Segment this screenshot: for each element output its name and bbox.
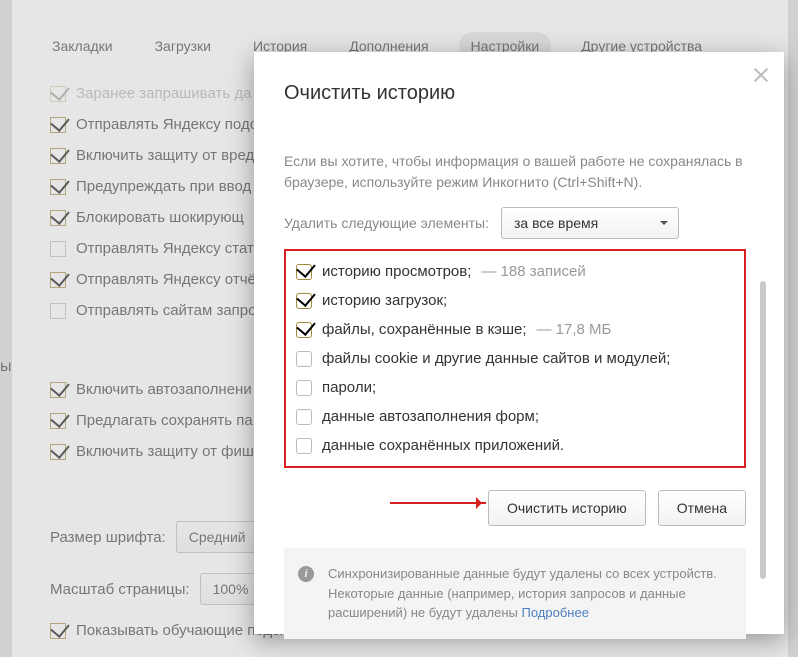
clear-item-label: файлы, сохранённые в кэше;: [322, 321, 527, 338]
clear-item-extra: — 17,8 МБ: [537, 321, 612, 338]
clear-item-row: историю загрузок;: [294, 286, 736, 315]
dialog-title: Очистить историю: [284, 82, 774, 105]
delete-elements-label: Удалить следующие элементы:: [284, 215, 489, 231]
scrollbar[interactable]: [760, 281, 766, 579]
clear-item-label: пароли;: [322, 379, 376, 396]
clear-item-row: историю просмотров; — 188 записей: [294, 257, 736, 286]
close-icon[interactable]: [752, 66, 770, 84]
clear-item-checkbox[interactable]: [296, 409, 312, 425]
clear-item-extra: — 188 записей: [481, 263, 585, 280]
clear-item-label: историю загрузок;: [322, 292, 447, 309]
annotation-highlight: историю просмотров; — 188 записейисторию…: [284, 249, 746, 468]
time-period-select[interactable]: за все время: [501, 207, 679, 239]
clear-item-label: данные сохранённых приложений.: [322, 437, 564, 454]
cancel-button[interactable]: Отмена: [658, 490, 746, 526]
clear-item-checkbox[interactable]: [296, 351, 312, 367]
clear-item-row: пароли;: [294, 373, 736, 402]
clear-item-label: данные автозаполнения форм;: [322, 408, 539, 425]
clear-item-label: файлы cookie и другие данные сайтов и мо…: [322, 350, 670, 367]
info-icon: i: [298, 566, 314, 582]
dialog-intro: Если вы хотите, чтобы информация о вашей…: [284, 151, 746, 193]
clear-item-checkbox[interactable]: [296, 438, 312, 454]
clear-item-checkbox[interactable]: [296, 293, 312, 309]
annotation-arrow-icon: [390, 502, 486, 504]
sync-info-box: i Синхронизированные данные будут удален…: [284, 548, 746, 639]
clear-item-label: историю просмотров;: [322, 263, 471, 280]
clear-item-checkbox[interactable]: [296, 380, 312, 396]
more-info-link[interactable]: Подробнее: [522, 605, 589, 620]
clear-item-row: данные автозаполнения форм;: [294, 402, 736, 431]
clear-item-row: файлы, сохранённые в кэше; — 17,8 МБ: [294, 315, 736, 344]
clear-history-button[interactable]: Очистить историю: [488, 490, 646, 526]
clear-history-dialog: Очистить историю Если вы хотите, чтобы и…: [254, 52, 784, 634]
clear-item-row: файлы cookie и другие данные сайтов и мо…: [294, 344, 736, 373]
clear-item-row: данные сохранённых приложений.: [294, 431, 736, 460]
clear-item-checkbox[interactable]: [296, 322, 312, 338]
clear-item-checkbox[interactable]: [296, 264, 312, 280]
